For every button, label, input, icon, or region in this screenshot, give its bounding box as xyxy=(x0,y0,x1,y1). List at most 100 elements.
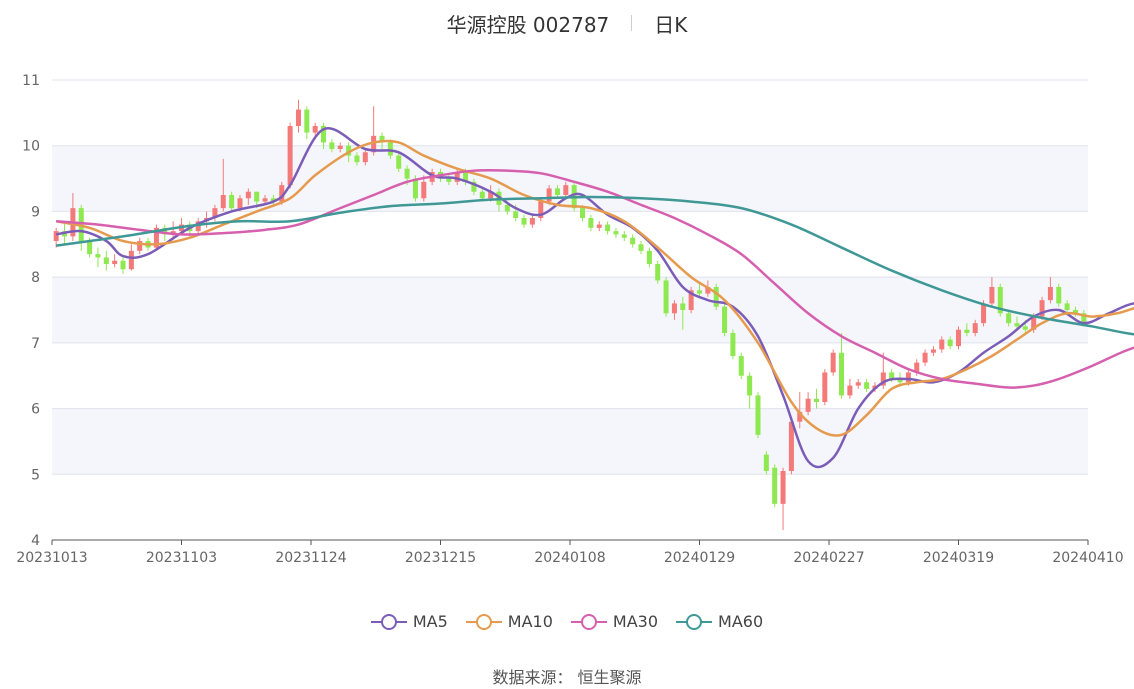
candle-body xyxy=(722,306,728,333)
candle-body xyxy=(621,234,627,238)
legend-item-ma5[interactable]: MA5 xyxy=(370,612,448,631)
candle-body xyxy=(87,241,93,255)
candle-body xyxy=(972,323,978,333)
candle-body xyxy=(229,195,235,209)
candle-body xyxy=(939,339,945,350)
candle-body xyxy=(805,398,811,412)
legend: MA5 MA10 MA30 MA60 xyxy=(0,612,1134,631)
legend-marker-icon xyxy=(570,613,607,630)
candle-body xyxy=(713,287,719,307)
candle-body xyxy=(95,254,101,258)
candle-body xyxy=(304,109,310,133)
legend-label: MA10 xyxy=(507,612,553,631)
candle-body xyxy=(479,191,485,199)
candle-body xyxy=(563,185,569,195)
candle-body xyxy=(864,382,870,389)
candle-body xyxy=(546,188,552,202)
candle-body xyxy=(580,208,586,218)
data-source: 数据来源： 恒生聚源 xyxy=(492,668,642,687)
legend-marker-icon xyxy=(465,613,502,630)
x-tick-label: 20240129 xyxy=(664,550,735,566)
candle-body xyxy=(671,303,677,314)
candle-body xyxy=(596,224,602,228)
candle-body xyxy=(337,145,343,149)
candle-body xyxy=(822,372,828,402)
y-tick-label: 10 xyxy=(22,139,40,155)
candle-body xyxy=(262,198,268,202)
candle-body xyxy=(220,195,226,209)
legend-marker-icon xyxy=(676,613,713,630)
legend-label: MA5 xyxy=(412,612,448,631)
candle-body xyxy=(128,250,134,270)
candle-body xyxy=(605,224,611,232)
candle-body xyxy=(329,142,335,149)
candle-body xyxy=(387,142,393,156)
candle-body xyxy=(747,375,753,396)
candle-body xyxy=(847,385,853,396)
candle-body xyxy=(788,421,794,471)
candle-body xyxy=(412,178,418,199)
candle-body xyxy=(755,395,761,435)
candle-body xyxy=(446,178,452,182)
y-tick-label: 11 xyxy=(22,73,40,89)
candle-body xyxy=(638,244,644,251)
legend-label: MA60 xyxy=(718,612,764,631)
candle-body xyxy=(855,382,861,386)
x-tick-label: 20240410 xyxy=(1052,550,1123,566)
candle-body xyxy=(839,352,845,396)
legend-item-ma10[interactable]: MA10 xyxy=(465,612,553,631)
candle-body xyxy=(613,231,619,235)
candle-body xyxy=(112,260,118,264)
candle-body xyxy=(513,211,519,218)
candle-body xyxy=(1014,323,1020,327)
legend-label: MA30 xyxy=(612,612,659,631)
candle-body xyxy=(655,264,661,281)
candle-body xyxy=(295,109,301,126)
y-tick-label: 6 xyxy=(31,402,40,418)
candle-body xyxy=(554,188,560,195)
grid-band xyxy=(52,408,1088,475)
candle-body xyxy=(245,191,251,199)
candle-body xyxy=(504,204,510,212)
candle-body xyxy=(696,290,703,294)
candle-body xyxy=(1056,287,1062,304)
candle-body xyxy=(1006,313,1012,324)
candle-body xyxy=(1047,287,1053,301)
y-tick-label: 8 xyxy=(31,270,40,286)
y-tick-label: 4 xyxy=(31,533,40,549)
candle-body xyxy=(646,250,652,264)
x-tick-label: 20240108 xyxy=(534,550,605,566)
candle-body xyxy=(780,471,786,504)
grid-band xyxy=(52,145,1088,212)
candle-body xyxy=(680,303,686,310)
candle-body xyxy=(813,398,819,402)
candle-body xyxy=(989,287,995,304)
x-tick-label: 20231124 xyxy=(275,550,346,566)
candle-body xyxy=(930,349,936,353)
x-tick-label: 20240319 xyxy=(923,550,994,566)
candle-body xyxy=(396,155,402,169)
y-tick-label: 7 xyxy=(31,336,40,352)
candle-body xyxy=(254,191,260,202)
x-tick-label: 20231103 xyxy=(146,550,217,566)
y-tick-label: 9 xyxy=(31,204,40,220)
candle-body xyxy=(362,152,368,163)
x-tick-label: 20231013 xyxy=(16,550,87,566)
candle-body xyxy=(663,280,669,314)
y-tick-label: 5 xyxy=(31,467,40,483)
candle-body xyxy=(237,198,243,209)
candle-body xyxy=(354,155,360,163)
legend-marker-icon xyxy=(370,613,407,630)
candle-body xyxy=(738,356,744,376)
candle-body xyxy=(521,218,527,225)
candle-body xyxy=(421,181,427,199)
x-tick-label: 20231215 xyxy=(405,550,476,566)
candle-body xyxy=(763,454,769,471)
candle-body xyxy=(588,218,594,228)
legend-item-ma30[interactable]: MA30 xyxy=(570,612,659,631)
legend-item-ma60[interactable]: MA60 xyxy=(676,612,763,631)
candle-body xyxy=(955,329,962,347)
candle-body xyxy=(981,303,987,324)
candle-body xyxy=(830,352,836,373)
candle-body xyxy=(120,260,126,270)
